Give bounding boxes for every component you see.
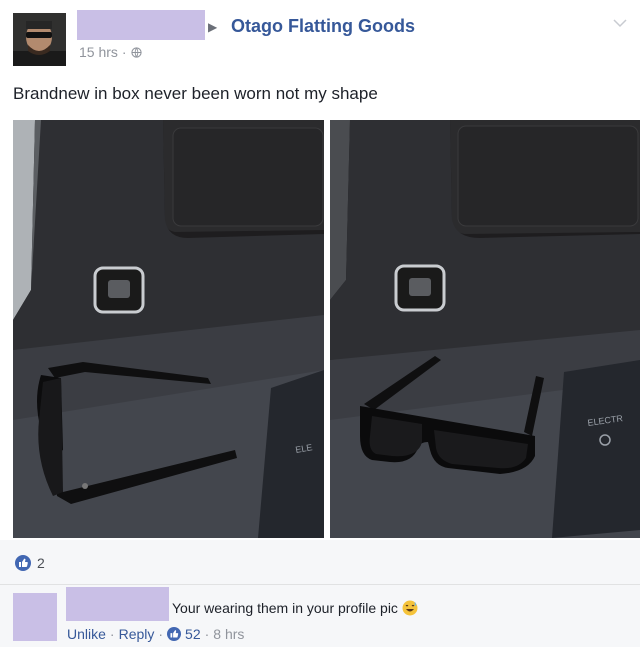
chevron-down-icon[interactable]: [612, 18, 628, 28]
post-meta: 15 hrs ·: [79, 44, 142, 60]
meta-separator: ·: [121, 44, 127, 60]
redacted-commenter-name: [66, 587, 169, 621]
action-separator: ·: [158, 626, 164, 642]
post-photo-1[interactable]: ELE: [13, 120, 324, 538]
unlike-link[interactable]: Unlike: [67, 626, 106, 642]
like-icon[interactable]: [15, 555, 31, 571]
comment-body: Your wearing them in your profile pic: [172, 600, 418, 616]
comment-actions: Unlike · Reply · 52 · 8 hrs: [67, 626, 244, 642]
group-name-link[interactable]: Otago Flatting Goods: [231, 16, 415, 37]
poster-avatar[interactable]: [13, 13, 66, 66]
comment-like-icon[interactable]: [167, 627, 182, 641]
comment-text: Your wearing them in your profile pic: [172, 600, 398, 616]
action-separator: ·: [204, 626, 210, 642]
redacted-commenter-avatar: [13, 593, 57, 641]
facebook-post: ▶ Otago Flatting Goods 15 hrs · Brandnew…: [0, 0, 640, 647]
post-photo-2[interactable]: ELECTR: [330, 120, 640, 538]
comment-timestamp[interactable]: 8 hrs: [213, 626, 244, 642]
post-text: Brandnew in box never been worn not my s…: [13, 84, 378, 103]
comment-like-count[interactable]: 52: [185, 626, 201, 642]
post-timestamp[interactable]: 15 hrs: [79, 44, 118, 60]
action-separator: ·: [109, 626, 115, 642]
reactions-bar: 2: [0, 540, 640, 585]
globe-icon: [130, 46, 142, 58]
share-arrow-icon: ▶: [208, 20, 218, 34]
redacted-poster-name: [77, 10, 205, 40]
reply-link[interactable]: Reply: [119, 626, 155, 642]
like-count[interactable]: 2: [37, 555, 45, 571]
comment: Your wearing them in your profile pic Un…: [0, 585, 640, 647]
grinning-sweat-emoji: [402, 600, 418, 616]
